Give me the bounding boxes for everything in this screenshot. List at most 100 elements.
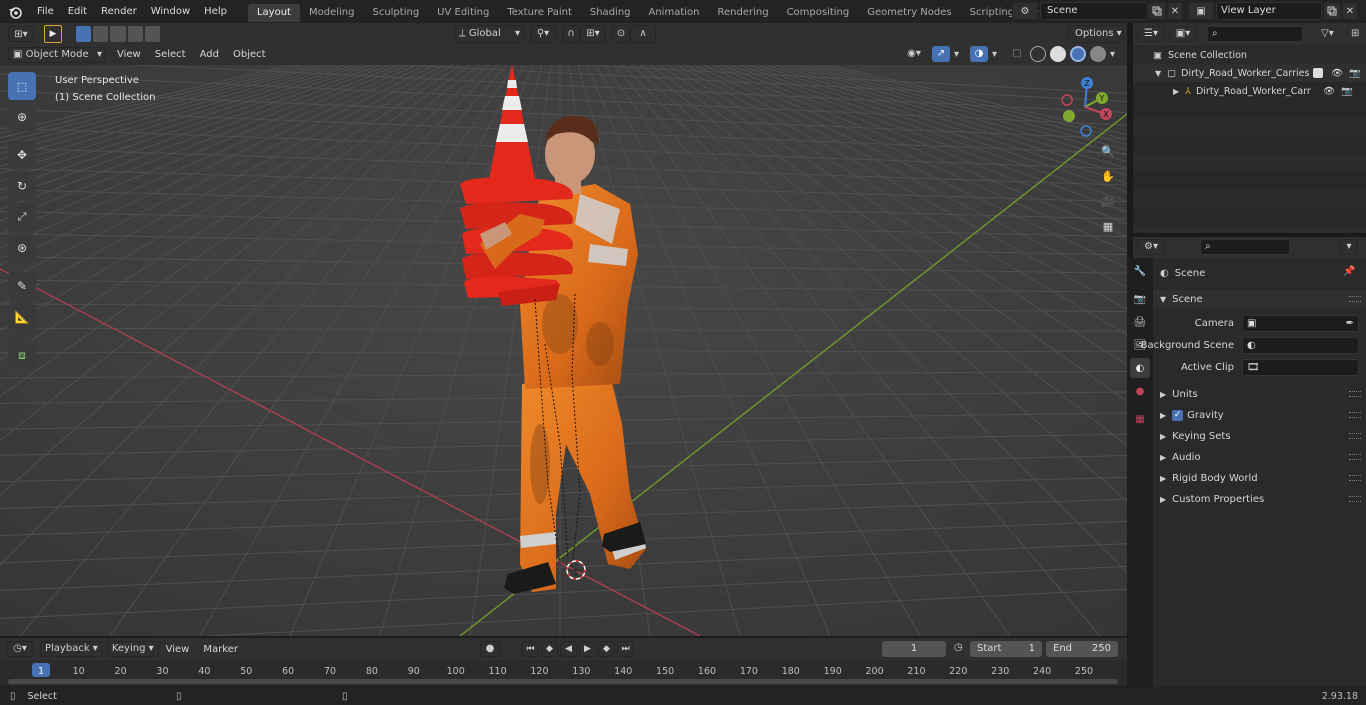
pan-hand-icon[interactable]: ✋ <box>1097 165 1119 187</box>
xray-toggle-icon[interactable]: ▢ <box>1008 46 1026 62</box>
tab-geometry-nodes[interactable]: Geometry Nodes <box>858 4 960 22</box>
keying-sets-panel[interactable]: ▶ Keying Sets <box>1160 427 1360 445</box>
select-difference-icon[interactable] <box>127 26 143 42</box>
tab-shading[interactable]: Shading <box>581 4 640 22</box>
expand-arrow-icon[interactable]: ▶ <box>1173 87 1179 96</box>
camera-view-icon[interactable]: 🎥 <box>1097 190 1119 212</box>
eye-icon[interactable]: 👁 <box>1323 86 1335 97</box>
overlay-toggle-icon[interactable]: ◑ <box>970 46 988 62</box>
current-frame-field[interactable]: 1 <box>882 641 946 657</box>
tab-uv-editing[interactable]: UV Editing <box>428 4 498 22</box>
tab-texture-paint[interactable]: Texture Paint <box>498 4 581 22</box>
select-intersect-icon[interactable] <box>144 26 161 42</box>
blender-logo-icon[interactable] <box>0 0 30 23</box>
tab-compositing[interactable]: Compositing <box>778 4 859 22</box>
menu-view[interactable]: View <box>110 49 148 60</box>
proportional-falloff-dropdown[interactable]: ∧ <box>630 25 656 43</box>
active-tool-icon[interactable]: ▶ <box>44 25 62 43</box>
filter-icon[interactable]: ▽▾ <box>1321 26 1347 42</box>
tab-layout[interactable]: Layout <box>247 3 300 22</box>
expand-arrow-icon[interactable]: ▼ <box>1155 69 1161 78</box>
menu-file[interactable]: File <box>30 0 61 23</box>
scene-tab-icon[interactable]: ◐ <box>1130 358 1150 378</box>
tab-rendering[interactable]: Rendering <box>708 4 777 22</box>
custom-properties-panel[interactable]: ▶ Custom Properties <box>1160 490 1360 508</box>
eye-icon[interactable]: 👁 <box>1331 68 1343 79</box>
menu-select[interactable]: Select <box>148 49 193 60</box>
overlay-dropdown-icon[interactable]: ▾ <box>992 49 1004 60</box>
outliner-row-worker-collection[interactable]: ▼ ▢ Dirty_Road_Worker_Carries_C 👁 📷 <box>1133 64 1366 82</box>
view-layer-copy-icon[interactable] <box>1323 2 1341 20</box>
transform-orientation-dropdown[interactable]: ⟂ Global ▾ <box>454 25 524 43</box>
select-subtract-icon[interactable] <box>110 26 126 42</box>
gizmo-dropdown-icon[interactable]: ▾ <box>954 49 966 60</box>
record-button[interactable]: ● <box>480 641 500 657</box>
output-tab-icon[interactable]: 🖨 <box>1130 312 1150 332</box>
snap-toggle[interactable]: ∩ <box>562 25 580 43</box>
gravity-checkbox[interactable]: ✓ <box>1172 409 1184 421</box>
ortho-grid-icon[interactable]: ▦ <box>1097 215 1119 237</box>
timeline-editor-type-button[interactable]: ◷▾ <box>6 641 34 657</box>
scene-name-field[interactable]: Scene <box>1040 2 1148 20</box>
properties-options-dropdown[interactable]: ▾ <box>1340 239 1358 255</box>
options-dropdown[interactable]: Options ▾ <box>1068 25 1124 43</box>
timeline-menu-view[interactable]: View <box>159 644 197 655</box>
tab-animation[interactable]: Animation <box>640 4 709 22</box>
render-tab-icon[interactable]: 📷 <box>1130 289 1150 309</box>
material-shading-icon[interactable] <box>1070 46 1086 62</box>
camera-field[interactable]: ▣ ✒ <box>1242 315 1359 332</box>
play-reverse-icon[interactable]: ◀ <box>560 641 577 657</box>
new-collection-icon[interactable]: ⊞ <box>1351 26 1365 42</box>
select-extend-icon[interactable] <box>93 26 109 42</box>
view-layer-type-button[interactable]: ▣ <box>1188 2 1214 20</box>
outliner-row-worker-armature[interactable]: ▶ ⅄ Dirty_Road_Worker_Carr 👁 📷 <box>1133 82 1366 100</box>
pin-icon[interactable]: 📌 <box>1343 266 1355 277</box>
solid-shading-icon[interactable] <box>1050 46 1066 62</box>
play-icon[interactable]: ▶ <box>579 641 596 657</box>
outliner-editor-type-button[interactable]: ☰▾ <box>1137 26 1165 42</box>
properties-editor-type-button[interactable]: ⚙▾ <box>1137 239 1165 255</box>
zoom-icon[interactable]: 🔍 <box>1097 140 1119 162</box>
preview-range-icon[interactable]: ◷ <box>954 642 963 653</box>
properties-search-input[interactable]: ⌕ <box>1200 239 1290 255</box>
scene-type-button[interactable]: ⚙ <box>1012 2 1038 20</box>
tab-modeling[interactable]: Modeling <box>300 4 364 22</box>
select-new-icon[interactable] <box>76 26 92 42</box>
3d-viewport[interactable]: User Perspective (1) Scene Collection ⬚ … <box>0 44 1127 636</box>
start-frame-field[interactable]: Start 1 <box>970 641 1042 657</box>
audio-panel[interactable]: ▶ Audio <box>1160 448 1360 466</box>
cursor-tool[interactable]: ⊕ <box>8 103 36 131</box>
outliner-display-mode-button[interactable]: ▣▾ <box>1169 26 1197 42</box>
rendered-shading-icon[interactable] <box>1090 46 1106 62</box>
visibility-icon[interactable]: ◉▾ <box>900 46 928 62</box>
view-layer-field[interactable]: View Layer <box>1216 2 1322 20</box>
scene-copy-icon[interactable] <box>1148 2 1166 20</box>
world-tab-icon[interactable]: ● <box>1130 381 1150 401</box>
pivot-dropdown[interactable]: ⚲▾ <box>530 25 556 43</box>
menu-window[interactable]: Window <box>144 0 197 23</box>
units-panel[interactable]: ▶ Units <box>1160 385 1360 403</box>
select-mode-buttons[interactable] <box>76 26 161 42</box>
scene-panel-header[interactable]: ▼ Scene <box>1160 290 1360 308</box>
move-tool[interactable]: ✥ <box>8 141 36 169</box>
menu-help[interactable]: Help <box>197 0 234 23</box>
camera-render-icon[interactable]: 📷 <box>1349 68 1361 79</box>
wireframe-shading-icon[interactable] <box>1030 46 1046 62</box>
measure-tool[interactable]: 📐 <box>8 303 36 331</box>
select-box-tool[interactable]: ⬚ <box>8 72 36 100</box>
menu-render[interactable]: Render <box>94 0 144 23</box>
transform-tool[interactable]: ⊛ <box>8 234 36 262</box>
proportional-edit-toggle[interactable]: ⊙ <box>612 25 630 43</box>
camera-render-icon[interactable]: 📷 <box>1341 86 1353 97</box>
jump-start-icon[interactable]: ⏮ <box>522 641 539 657</box>
tab-sculpting[interactable]: Sculpting <box>363 4 428 22</box>
outliner-search-input[interactable]: ⌕ <box>1207 26 1303 42</box>
active-clip-field[interactable]: 🎞 <box>1242 359 1359 376</box>
snap-target-dropdown[interactable]: ⊞▾ <box>580 25 606 43</box>
shading-dropdown-icon[interactable]: ▾ <box>1110 49 1122 60</box>
scale-tool[interactable]: ⤢ <box>8 203 36 231</box>
mode-dropdown[interactable]: ▣ Object Mode ▾ <box>8 46 106 63</box>
view-layer-close-icon[interactable]: ✕ <box>1342 2 1358 20</box>
background-scene-field[interactable]: ◐ <box>1242 337 1359 354</box>
outliner-row-scene-collection[interactable]: ▣ Scene Collection <box>1133 46 1366 64</box>
